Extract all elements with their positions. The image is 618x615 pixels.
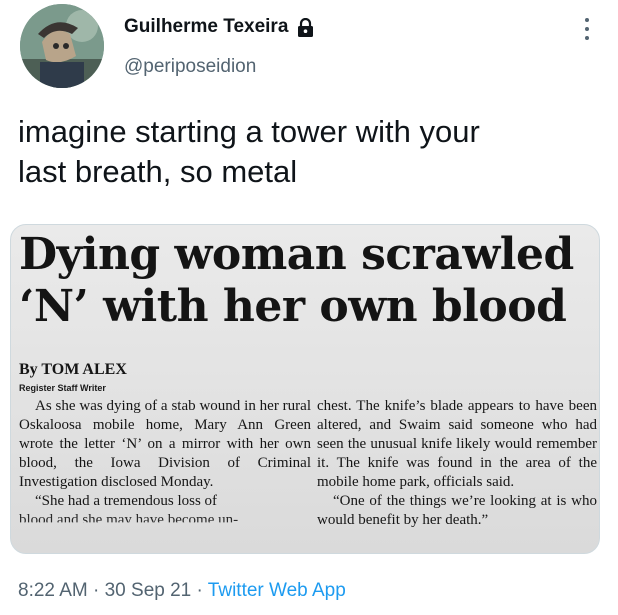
article-cut-line: blood and she may have become un- (19, 512, 239, 528)
more-icon[interactable] (580, 16, 594, 42)
article-paragraph: “One of the things we’re looking at is w… (317, 493, 597, 528)
tweet-timestamp: 8:22 AM · 30 Sep 21 · Twitter Web App (18, 580, 346, 602)
separator: · (191, 580, 208, 601)
tweet-source-link[interactable]: Twitter Web App (208, 580, 346, 601)
article-column-left: As she was dying of a stab wound in her … (19, 397, 311, 530)
tweet-text: imagine starting a tower with your last … (18, 114, 480, 189)
newspaper-byline: By TOM ALEX (19, 361, 127, 378)
tweet-image[interactable]: Dying woman scrawled ‘N’ with her own bl… (10, 224, 600, 554)
newspaper-headline: Dying woman scrawled ‘N’ with her own bl… (19, 229, 574, 332)
handle[interactable]: @periposeidion (124, 56, 256, 78)
tweet: Guilherme Texeira @periposeidion imagine… (0, 0, 618, 615)
article-paragraph: chest. The knife’s blade appears to have… (317, 398, 597, 490)
avatar-image (20, 4, 104, 88)
name-row: Guilherme Texeira (124, 16, 314, 38)
separator: · (87, 580, 105, 601)
lock-icon (298, 17, 314, 37)
newspaper-staff-line: Register Staff Writer (19, 383, 106, 393)
tweet-time[interactable]: 8:22 AM (18, 580, 88, 601)
article-paragraph: As she was dying of a stab wound in her … (19, 398, 311, 490)
avatar[interactable] (20, 4, 104, 88)
tweet-date[interactable]: 30 Sep 21 (105, 580, 192, 601)
display-name[interactable]: Guilherme Texeira (124, 16, 288, 38)
article-column-right: chest. The knife’s blade appears to have… (317, 397, 597, 530)
article-paragraph: “She had a tremendous loss of (35, 493, 218, 509)
